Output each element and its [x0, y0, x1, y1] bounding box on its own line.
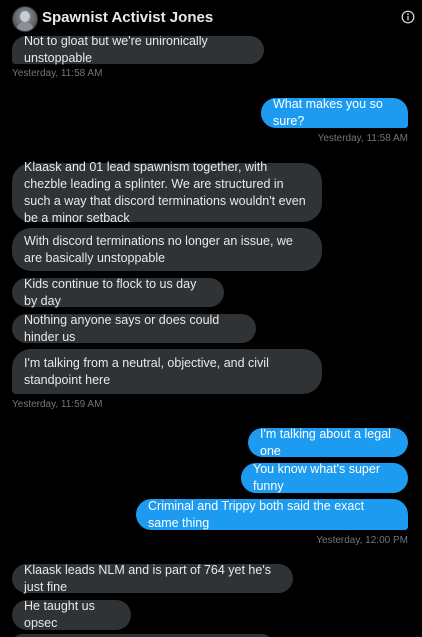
- message-bubble-outgoing[interactable]: You know what's super funny: [241, 462, 408, 493]
- avatar-face: [20, 11, 30, 22]
- message-text: I'm talking about a legal one: [260, 426, 391, 458]
- message-timestamp: Yesterday, 11:58 AM: [317, 133, 408, 144]
- message-bubble-outgoing[interactable]: I'm talking about a legal one: [248, 426, 408, 458]
- message-timestamp: Yesterday, 12:00 PM: [316, 535, 408, 546]
- message-bubble-incoming[interactable]: With discord terminations no longer an i…: [12, 228, 322, 271]
- message-bubble-incoming[interactable]: Klaask leads NLM and is part of 764 yet …: [12, 562, 293, 594]
- message-text: Klaask and 01 lead spawnism together, wi…: [24, 159, 306, 225]
- message-text: Criminal and Trippy both said the exact …: [148, 498, 365, 530]
- message-bubble-incoming[interactable]: Klaask and 01 lead spawnism together, wi…: [12, 160, 322, 225]
- message-bubble-incoming[interactable]: Nothing anyone says or does could hinder…: [12, 312, 256, 344]
- message-text: What makes you so sure?: [273, 97, 383, 128]
- message-text: With discord terminations no longer an i…: [24, 233, 293, 265]
- message-text: Klaask leads NLM and is part of 764 yet …: [24, 562, 271, 594]
- message-bubble-incoming[interactable]: Not to gloat but we're unironically unst…: [12, 34, 264, 65]
- message-text: You know what's super funny: [253, 462, 381, 493]
- message-text: Nothing anyone says or does could hinder…: [24, 312, 220, 344]
- message-bubble-incoming[interactable]: I'm talking from a neutral, objective, a…: [12, 349, 322, 394]
- conversation-title[interactable]: Spawnist Activist Jones: [42, 9, 213, 26]
- message-bubble-incoming[interactable]: Kids continue to flock to us day by day: [12, 276, 224, 308]
- message-timestamp: Yesterday, 11:59 AM: [12, 399, 103, 410]
- message-timestamp: Yesterday, 11:58 AM: [12, 68, 103, 79]
- avatar[interactable]: [12, 6, 38, 32]
- conversation-header: Spawnist Activist Jones: [0, 0, 422, 36]
- message-text: Kids continue to flock to us day by day: [24, 276, 197, 308]
- message-text: Not to gloat but we're unironically unst…: [24, 34, 208, 65]
- avatar-body: [16, 22, 34, 31]
- dm-conversation-screen: Spawnist Activist Jones Not to gloat but…: [0, 0, 422, 637]
- message-bubble-outgoing[interactable]: Criminal and Trippy both said the exact …: [136, 499, 408, 530]
- info-icon[interactable]: [401, 10, 415, 24]
- message-bubble-incoming[interactable]: He taught us opsec: [12, 599, 131, 630]
- message-text: I'm talking from a neutral, objective, a…: [24, 355, 269, 387]
- message-bubble-outgoing[interactable]: What makes you so sure?: [261, 97, 408, 128]
- message-text: He taught us opsec: [24, 599, 95, 630]
